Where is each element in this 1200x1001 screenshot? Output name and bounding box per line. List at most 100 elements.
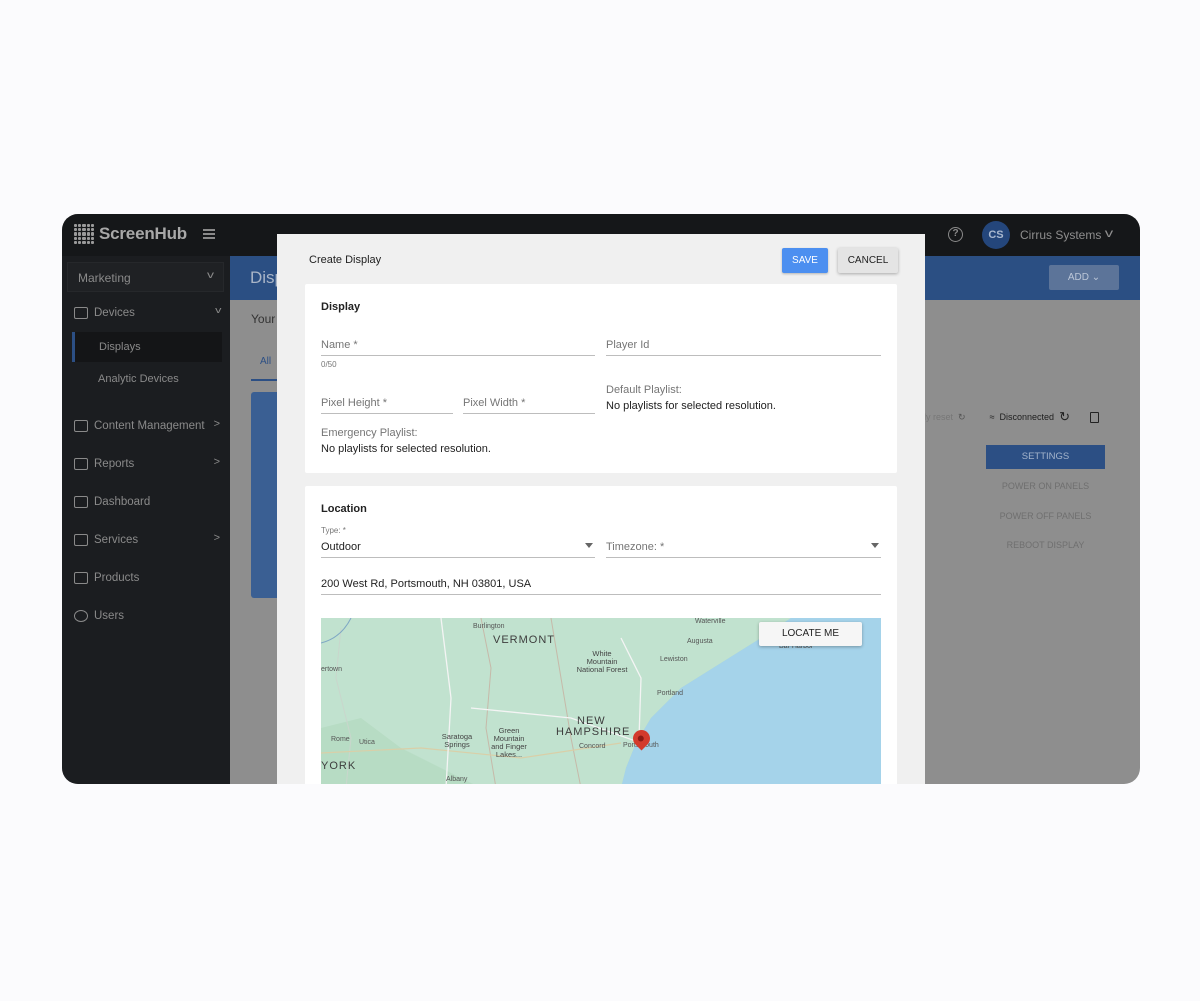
- map-label-portland: Portland: [657, 690, 684, 697]
- sidebar-item-label: Products: [94, 572, 140, 584]
- brand-logo[interactable]: ScreenHub: [74, 224, 187, 244]
- power-on-panels-button[interactable]: POWER ON PANELS: [986, 481, 1105, 491]
- chevron-down-icon: v: [207, 270, 214, 281]
- sidebar-item-reports[interactable]: Reports >: [74, 453, 220, 475]
- map-label-burlington: Burlington: [473, 623, 505, 630]
- sidebar: Marketing v Devices v Displays Analytic …: [62, 256, 230, 784]
- player-id-label: Player Id: [606, 339, 650, 351]
- connection-status: Disconnected: [999, 412, 1055, 422]
- app-window: ScreenHub ? CS Cirrus Systems v Marketin…: [62, 214, 1140, 784]
- save-button[interactable]: SAVE: [782, 248, 828, 273]
- map-label-augusta: Augusta: [687, 638, 713, 645]
- devices-icon: [74, 307, 88, 319]
- help-box-icon: [74, 534, 88, 546]
- location-section-heading: Location: [321, 503, 367, 515]
- sidebar-item-products[interactable]: Products: [74, 567, 220, 589]
- map-label-green-mountain: Green Mountain and Finger Lakes...: [491, 726, 527, 759]
- sidebar-item-dashboard[interactable]: Dashboard: [74, 491, 220, 513]
- location-map[interactable]: Burlington VERMONT Waterville Augusta Ba…: [321, 618, 881, 784]
- sidebar-item-label: Dashboard: [94, 496, 151, 508]
- map-label-waterville: Waterville: [695, 618, 726, 625]
- reset-status: ly reset: [924, 412, 954, 422]
- dropdown-arrow-icon: [585, 543, 593, 548]
- map-label-lewiston: Lewiston: [660, 656, 688, 663]
- sidebar-item-users[interactable]: Users: [74, 605, 220, 627]
- sidebar-item-devices[interactable]: Devices v: [74, 302, 221, 324]
- bag-icon: [74, 572, 88, 584]
- help-icon[interactable]: ?: [948, 227, 963, 242]
- chevron-down-icon: v: [214, 305, 221, 315]
- refresh-icon[interactable]: ↻: [958, 412, 966, 423]
- cancel-button[interactable]: CANCEL: [838, 248, 898, 273]
- reboot-display-button[interactable]: REBOOT DISPLAY: [986, 540, 1105, 550]
- timezone-select[interactable]: Timezone: *: [606, 536, 881, 558]
- chevron-right-icon: >: [213, 532, 220, 544]
- type-label: Type: *: [321, 526, 346, 535]
- refresh-icon[interactable]: ↻: [1059, 409, 1070, 425]
- wifi-off-icon: ≈: [989, 412, 995, 422]
- sidebar-item-label: Reports: [94, 458, 135, 470]
- sidebar-item-label: Users: [94, 610, 125, 622]
- map-label-watertown: ertown: [321, 666, 343, 673]
- users-icon: [74, 610, 88, 622]
- chevron-right-icon: >: [213, 456, 220, 468]
- type-value: Outdoor: [321, 541, 361, 553]
- image-icon: [74, 420, 88, 432]
- address-field[interactable]: 200 West Rd, Portsmouth, NH 03801, USA: [321, 573, 881, 595]
- power-off-panels-button[interactable]: POWER OFF PANELS: [986, 511, 1105, 521]
- sidebar-item-label: Content Management: [94, 420, 205, 432]
- chevron-down-icon[interactable]: v: [1105, 226, 1113, 240]
- map-label-albany: Albany: [446, 776, 468, 783]
- map-label-utica: Utica: [359, 739, 375, 746]
- brand-name: ScreenHub: [99, 224, 187, 243]
- map-label-rome: Rome: [331, 736, 350, 743]
- dialog-title: Create Display: [309, 254, 382, 266]
- add-button[interactable]: ADD ⌄: [1049, 265, 1119, 290]
- display-card: Display Name * 0/50 Player Id Pixel Heig…: [305, 284, 897, 473]
- create-display-dialog: Create Display SAVE CANCEL Display Name …: [277, 234, 925, 784]
- dropdown-arrow-icon: [871, 543, 879, 548]
- default-playlist-value: No playlists for selected resolution.: [606, 400, 776, 412]
- location-card: Location Type: * Outdoor Timezone: * 200…: [305, 486, 897, 784]
- emergency-playlist-label: Emergency Playlist:: [321, 427, 418, 439]
- workspace-select[interactable]: Marketing v: [67, 262, 224, 292]
- default-playlist-label: Default Playlist:: [606, 384, 682, 396]
- account-name[interactable]: Cirrus Systems: [1020, 228, 1101, 242]
- pixel-width-field[interactable]: Pixel Width *: [463, 392, 595, 414]
- trash-icon[interactable]: [1089, 411, 1099, 423]
- display-section-heading: Display: [321, 301, 361, 313]
- pixel-width-label: Pixel Width *: [463, 397, 526, 409]
- grid-icon: [74, 496, 88, 508]
- sidebar-item-content-management[interactable]: Content Management >: [74, 415, 220, 437]
- sidebar-item-displays[interactable]: Displays: [72, 332, 222, 362]
- logo-grid-icon: [74, 224, 94, 244]
- map-label-hampshire: HAMPSHIRE: [556, 726, 631, 738]
- map-label-concord: Concord: [579, 743, 606, 750]
- name-label: Name *: [321, 339, 358, 351]
- chevron-right-icon: >: [213, 418, 220, 430]
- display-status-row: ly reset ↻ ≈ Disconnected ↻: [924, 409, 1099, 425]
- map-label-york: YORK: [321, 760, 357, 772]
- timezone-label: Timezone: *: [606, 541, 665, 553]
- pixel-height-label: Pixel Height *: [321, 397, 388, 409]
- map-label-vermont: VERMONT: [493, 634, 555, 646]
- address-value: 200 West Rd, Portsmouth, NH 03801, USA: [321, 578, 532, 590]
- sidebar-item-label: Services: [94, 534, 139, 546]
- emergency-playlist-value: No playlists for selected resolution.: [321, 443, 491, 455]
- map-label-saratoga: Saratoga Springs: [441, 732, 473, 749]
- sidebar-item-services[interactable]: Services >: [74, 529, 220, 551]
- name-field[interactable]: Name *: [321, 334, 595, 356]
- menu-icon[interactable]: [203, 229, 215, 239]
- pixel-height-field[interactable]: Pixel Height *: [321, 392, 453, 414]
- avatar[interactable]: CS: [982, 221, 1010, 249]
- name-char-counter: 0/50: [321, 360, 337, 369]
- locate-me-button[interactable]: LOCATE ME: [759, 622, 862, 646]
- player-id-field[interactable]: Player Id: [606, 334, 881, 356]
- sidebar-item-label: Devices: [94, 307, 135, 319]
- page-intro-text: Your: [251, 312, 276, 326]
- type-select[interactable]: Outdoor: [321, 536, 595, 558]
- sidebar-item-analytic-devices[interactable]: Analytic Devices: [72, 364, 222, 394]
- workspace-label: Marketing: [78, 271, 131, 285]
- map-label-white-mountain: White Mountain National Forest: [576, 649, 628, 674]
- settings-button[interactable]: SETTINGS: [986, 445, 1105, 469]
